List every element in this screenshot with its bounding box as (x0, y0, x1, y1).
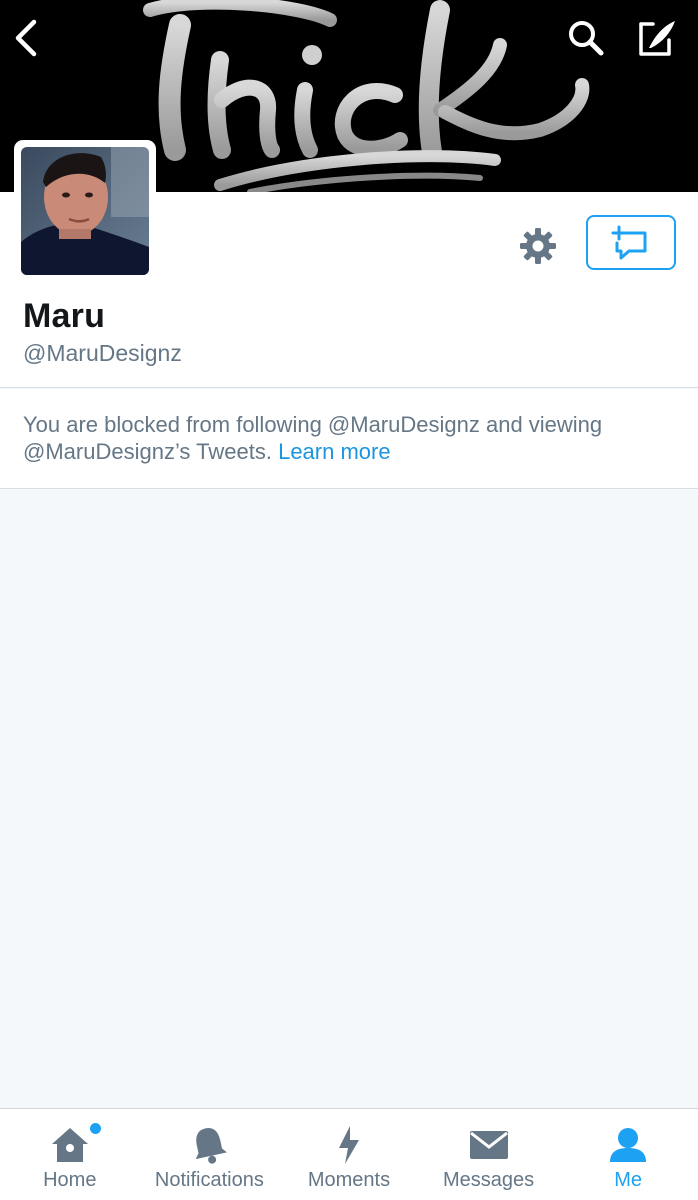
new-message-icon (611, 225, 647, 259)
tab-home-label: Home (43, 1169, 97, 1191)
blocked-notice: You are blocked from following @MaruDesi… (0, 389, 698, 489)
bell-icon (187, 1125, 231, 1165)
tab-moments[interactable]: Moments (279, 1109, 419, 1200)
compose-tweet-button[interactable] (632, 14, 680, 62)
tab-messages-label: Messages (443, 1169, 535, 1191)
home-badge (90, 1123, 101, 1134)
envelope-icon (467, 1125, 511, 1165)
tab-notifications[interactable]: Notifications (140, 1109, 280, 1200)
settings-button[interactable] (514, 222, 562, 270)
tab-bar: Home Notifications Moments Messages Me (0, 1108, 698, 1200)
display-name: Maru (23, 297, 106, 335)
tab-me-label: Me (614, 1169, 643, 1191)
home-icon (48, 1125, 92, 1165)
profile-card: Maru @MaruDesignz (0, 140, 698, 388)
search-icon (569, 21, 604, 56)
avatar[interactable] (21, 147, 149, 275)
person-icon (606, 1125, 650, 1165)
tab-me[interactable]: Me (558, 1109, 698, 1200)
tab-home[interactable]: Home (0, 1109, 140, 1200)
search-button[interactable] (562, 14, 610, 62)
tab-moments-label: Moments (307, 1169, 391, 1191)
profile-handle: @MaruDesignz (23, 340, 182, 366)
tab-notifications-label: Notifications (154, 1169, 264, 1191)
learn-more-link[interactable]: Learn more (278, 439, 391, 464)
avatar-frame (14, 140, 156, 282)
direct-message-button[interactable] (586, 215, 676, 270)
gear-icon (520, 228, 556, 264)
tab-messages[interactable]: Messages (419, 1109, 559, 1200)
compose-tweet-icon (639, 21, 675, 56)
back-button[interactable] (2, 14, 50, 62)
lightning-icon (327, 1125, 371, 1165)
chevron-left-icon (15, 19, 37, 57)
